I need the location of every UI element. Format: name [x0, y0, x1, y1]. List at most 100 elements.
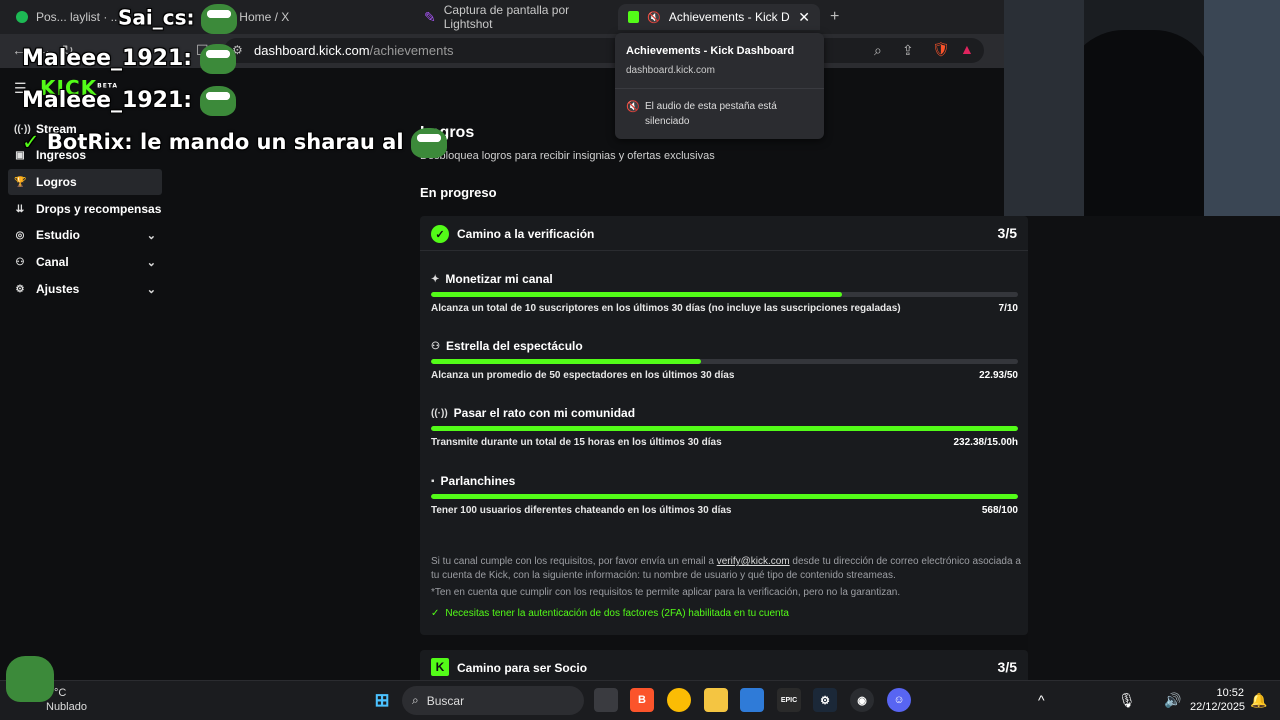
- sidebar-item-label: Canal: [36, 255, 69, 269]
- chevron-down-icon: ⌄: [146, 256, 156, 269]
- search-icon: ⌕: [412, 693, 419, 707]
- requirement-desc: Transmite durante un total de 15 horas e…: [431, 437, 722, 448]
- progress-fill: [431, 292, 842, 297]
- pepe-emote-icon: [199, 86, 236, 116]
- hover-card-message: El audio de esta pestaña está silenciado: [645, 101, 777, 127]
- discord-icon[interactable]: ☺: [887, 688, 911, 712]
- webcam-wall: [1004, 0, 1084, 216]
- sidebar-item-drops[interactable]: ⇊ Drops y recompensas: [8, 196, 162, 222]
- progress-bar: [431, 426, 1018, 431]
- requirement-title: Pasar el rato con mi comunidad: [453, 406, 636, 420]
- sidebar-item-estudio[interactable]: ◎ Estudio ⌄: [8, 222, 162, 248]
- zoom-icon[interactable]: ⌕: [874, 42, 882, 59]
- weather-desc: Nublado: [46, 701, 87, 713]
- sidebar-item-label: Ajustes: [36, 282, 80, 296]
- tab-hover-card: Achievements - Kick Dashboard dashboard.…: [615, 33, 824, 139]
- chat-message: le mando un sharau al: [140, 130, 404, 154]
- gear-icon: ⚙: [15, 283, 25, 295]
- requirement-title: Estrella del espectáculo: [445, 339, 583, 353]
- chat-username: Maleee_1921:: [22, 88, 193, 113]
- volume-icon[interactable]: 🔊: [1164, 692, 1181, 709]
- channel-icon: ⚇: [15, 256, 25, 268]
- tab-label: Pos... laylist · ...: [36, 10, 121, 24]
- users-icon: ⚇: [431, 340, 440, 352]
- tab-label: Captura de pantalla por Lightshot: [443, 3, 570, 31]
- progress-bar: [431, 359, 1018, 364]
- chat-username: BotRix:: [46, 130, 133, 154]
- steam-icon[interactable]: ⚙: [813, 688, 837, 712]
- sidebar-item-label: Logros: [36, 175, 77, 189]
- chrome-icon[interactable]: [667, 688, 691, 712]
- 2fa-requirement: ✓ Necesitas tener la autenticación de dos…: [431, 608, 789, 619]
- requirement-value: 568/100: [981, 505, 1018, 516]
- windows-start-icon[interactable]: ⊞: [370, 688, 394, 712]
- address-bar[interactable]: ⚙ dashboard.kick.com/achievements ⌕ ⇪ 🛡 …: [224, 38, 984, 63]
- page-subtitle: Desbloquea logros para recibir insignias…: [420, 150, 715, 162]
- taskbar-clock[interactable]: 10:52 22/12/2025: [1190, 686, 1246, 714]
- brave-icon[interactable]: B: [630, 688, 654, 712]
- tab-home-x[interactable]: 𝕏 Home / X: [210, 4, 410, 30]
- url-path: /achievements: [369, 43, 454, 58]
- new-tab-icon[interactable]: +: [830, 8, 839, 26]
- close-tab-icon[interactable]: ✕: [798, 9, 810, 26]
- url-host: dashboard.kick.com: [254, 43, 370, 58]
- card-header[interactable]: ✓ Camino a la verificación 3/5: [420, 216, 1028, 251]
- requirement-value: 22.93/50: [979, 370, 1018, 381]
- sidebar-item-logros[interactable]: 🏆 Logros: [8, 169, 162, 195]
- hover-card-title: Achievements - Kick Dashboard: [626, 45, 795, 57]
- obs-icon[interactable]: ◉: [850, 688, 874, 712]
- kick-badge-icon: K: [431, 658, 449, 676]
- feather-icon: ✎: [424, 8, 436, 25]
- sidebar-item-ajustes[interactable]: ⚙ Ajustes ⌄: [8, 276, 162, 302]
- weather-temp: °C: [54, 687, 67, 699]
- file-explorer-icon[interactable]: [704, 688, 728, 712]
- requirement-title: Parlanchines: [440, 474, 516, 488]
- webcam-person: [1064, 30, 1214, 216]
- progress-fill: [431, 426, 1018, 431]
- overlay-chat-line: Maleee_1921:: [22, 86, 236, 116]
- achievement-card-verification: ✓ Camino a la verificación 3/5 ✦ Monetiza…: [420, 216, 1028, 635]
- requirement-desc: Tener 100 usuarios diferentes chateando …: [431, 505, 732, 516]
- verification-note: Si tu canal cumple con los requisitos, p…: [431, 555, 1021, 583]
- broadcast-icon: ((·)): [431, 407, 448, 419]
- requirement-title: Monetizar mi canal: [445, 272, 553, 286]
- webcam-window: [1204, 0, 1280, 216]
- sidebar-item-label: Estudio: [36, 228, 80, 242]
- progress-bar: [431, 494, 1018, 499]
- epic-games-icon[interactable]: EPIC: [777, 688, 801, 712]
- taskbar-search[interactable]: ⌕ Buscar: [402, 686, 584, 715]
- chat-icon: ▪: [431, 475, 435, 487]
- card-score: 3/5: [997, 659, 1017, 675]
- sparkle-icon: ✦: [431, 273, 440, 285]
- notification-icon[interactable]: 🔔: [1250, 692, 1267, 709]
- requirement-desc: Alcanza un total de 10 suscriptores en l…: [431, 303, 901, 314]
- gift-icon: ⇊: [15, 203, 25, 215]
- brave-shield-icon[interactable]: 🛡: [932, 41, 950, 58]
- card-score: 3/5: [997, 225, 1017, 241]
- progress-fill: [431, 359, 702, 364]
- brave-rewards-icon[interactable]: ▲: [960, 41, 974, 57]
- pepe-emote-icon: [201, 4, 238, 34]
- tab-label: Home / X: [239, 10, 290, 24]
- mute-icon: 🔇: [647, 11, 661, 24]
- share-icon[interactable]: ⇪: [902, 42, 914, 59]
- progress-fill: [431, 494, 1018, 499]
- hover-card-url: dashboard.kick.com: [626, 65, 715, 76]
- pepe-emote-icon: [410, 128, 447, 158]
- store-icon[interactable]: [740, 688, 764, 712]
- tab-achievements[interactable]: 🔇 Achievements - Kick Dashboa ✕: [618, 4, 820, 30]
- verify-email-link[interactable]: verify@kick.com: [717, 556, 790, 567]
- webcam-overlay: [1004, 0, 1280, 216]
- microphone-icon[interactable]: 🎙: [1118, 692, 1136, 709]
- tab-lightshot[interactable]: ✎ Captura de pantalla por Lightshot: [414, 3, 614, 31]
- task-view-icon[interactable]: [594, 688, 618, 712]
- clock-date: 22/12/2025: [1190, 701, 1246, 713]
- achievement-card-partner[interactable]: K Camino para ser Socio 3/5: [420, 650, 1028, 680]
- sidebar-item-label: Drops y recompensas: [36, 202, 162, 216]
- divider: [615, 88, 824, 89]
- overlay-chat-line: Maleee_1921:: [22, 44, 236, 74]
- verified-badge-icon: ✓: [431, 225, 449, 243]
- sidebar-item-canal[interactable]: ⚇ Canal ⌄: [8, 249, 162, 275]
- weather-widget[interactable]: °C Nublado: [46, 686, 87, 714]
- tray-chevron-icon[interactable]: ^: [1038, 692, 1045, 708]
